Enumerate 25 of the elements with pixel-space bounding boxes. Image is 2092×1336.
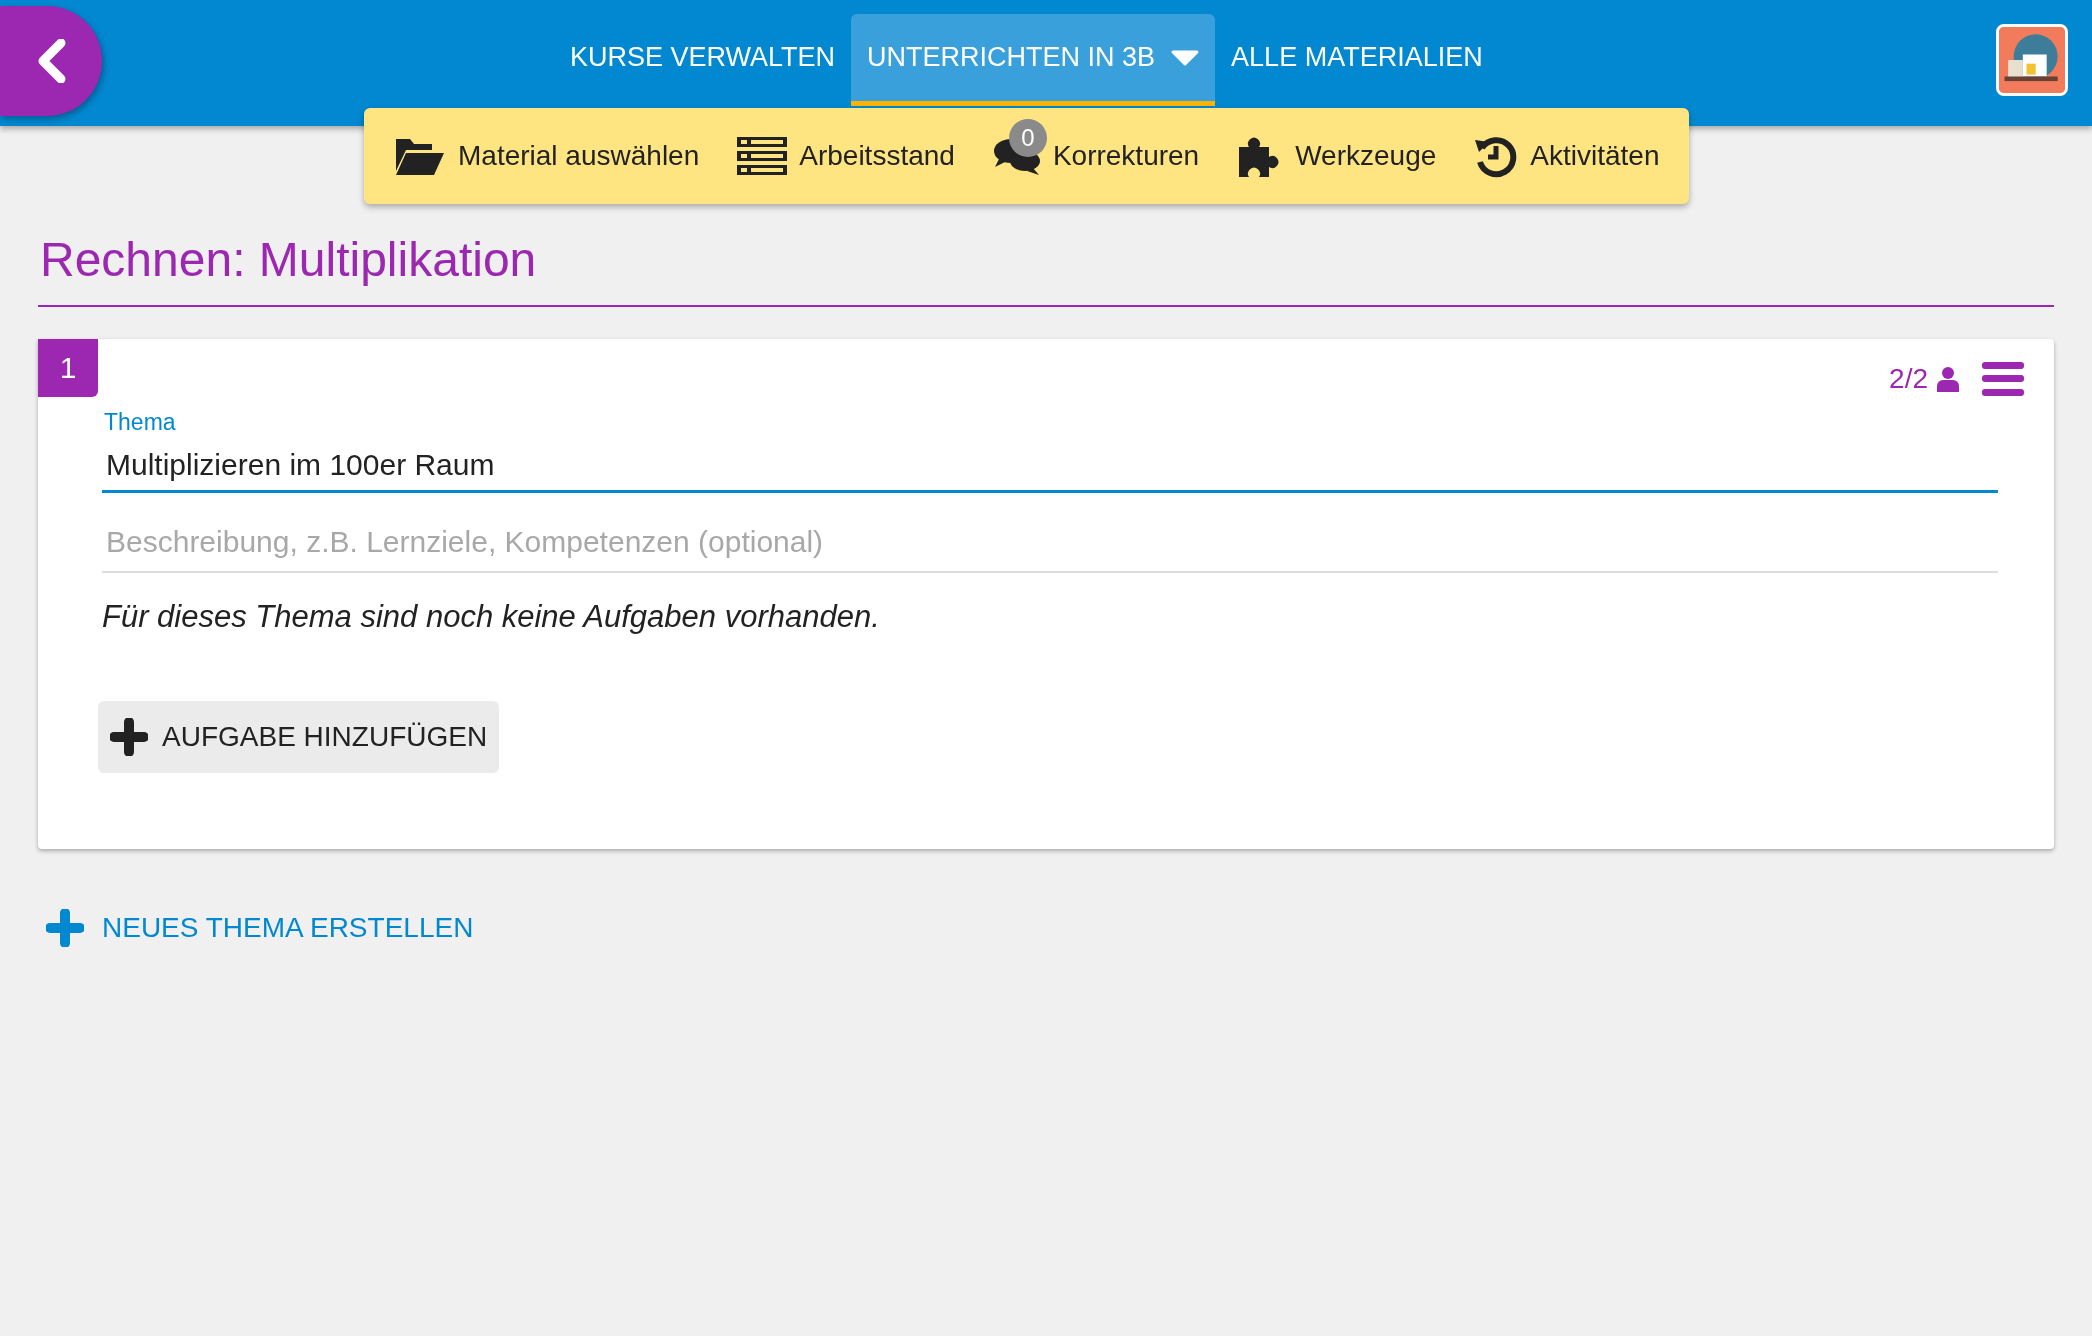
nav-tab[interactable]: KURSE VERWALTEN — [554, 14, 852, 106]
toolbar-item[interactable]: Material auswählen — [394, 119, 700, 177]
menu-button[interactable] — [1982, 361, 2024, 397]
back-button[interactable] — [0, 6, 102, 116]
participant-count: 2/2 — [1889, 363, 1960, 395]
add-task-button[interactable]: AUFGABE HINZUFÜGEN — [98, 701, 500, 773]
nav-tab[interactable]: ALLE MATERIALIEN — [1215, 14, 1499, 106]
avatar-image[interactable] — [1996, 24, 2068, 96]
plus-icon — [110, 718, 148, 756]
page-title: Rechnen: Multiplikation — [38, 232, 2054, 307]
toolbar-item[interactable]: Arbeitsstand — [737, 119, 955, 177]
history-icon — [1474, 134, 1519, 178]
topic-number: 1 — [38, 339, 98, 397]
toolbar-item[interactable]: Aktivitäten — [1474, 118, 1660, 178]
menu-icon — [1982, 361, 2024, 397]
plus-icon — [46, 909, 84, 947]
toolbar-item[interactable]: Werkzeuge — [1237, 117, 1437, 179]
empty-message: Für dieses Thema sind noch keine Aufgaben vorhanden. — [102, 599, 881, 635]
count-badge: 0 — [1008, 119, 1047, 157]
description-input[interactable]: Beschreibung, z.B. Lernziele, Kompetenzen (optional) — [102, 505, 1998, 573]
toolbar-item[interactable]: Korrekturen 0 — [992, 119, 1200, 177]
field-label: Thema — [103, 409, 176, 436]
person-icon — [1936, 366, 1960, 392]
topic-input[interactable]: Multiplizieren im 100er Raum — [102, 436, 1998, 493]
list-icon — [737, 135, 788, 177]
